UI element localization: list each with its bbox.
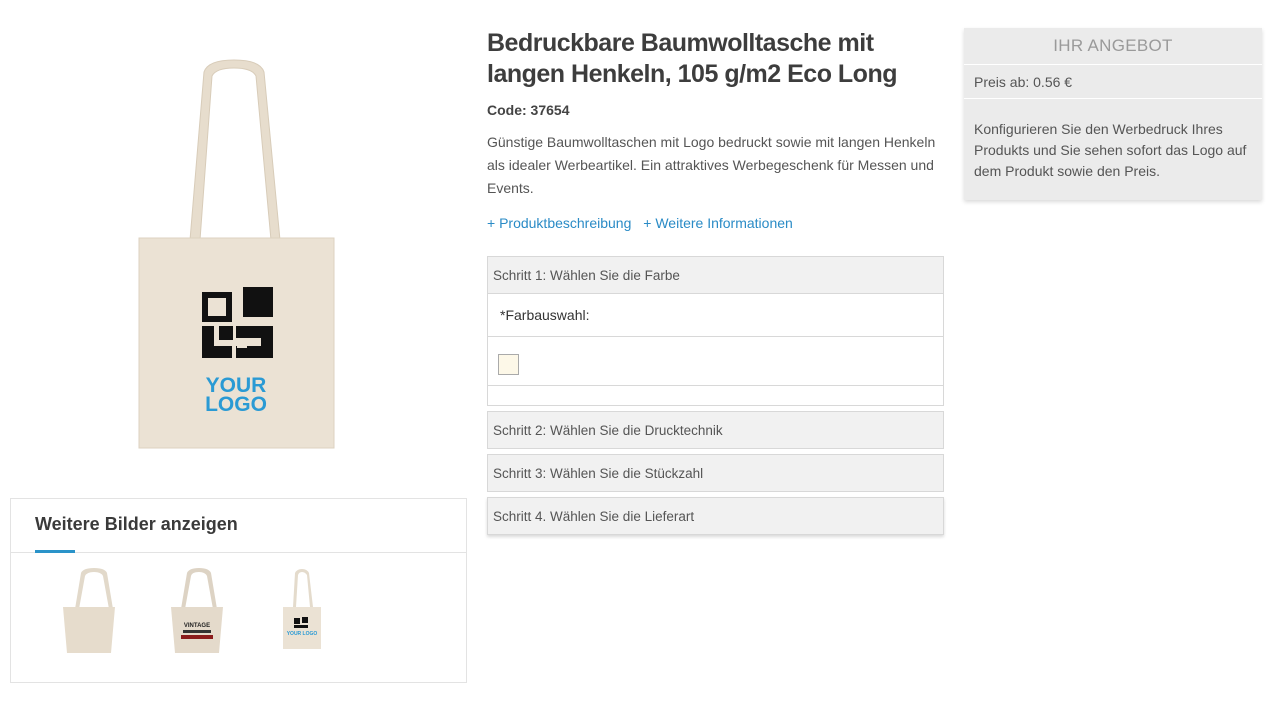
tote-bag-image: YOUR LOGO bbox=[138, 59, 335, 449]
offer-title: IHR ANGEBOT bbox=[964, 28, 1262, 65]
step-2-label: Schritt 2: Wählen Sie die Drucktechnik bbox=[493, 423, 723, 438]
thumb-print-text: VINTAGE bbox=[184, 623, 210, 629]
logo-text-line2: LOGO bbox=[205, 393, 267, 416]
more-images-panel: Weitere Bilder anzeigen VINTAGE YOUR LOG… bbox=[10, 498, 467, 683]
title-underline bbox=[35, 550, 75, 553]
step-1-label: Schritt 1: Wählen Sie die Farbe bbox=[493, 268, 680, 283]
product-title: Bedruckbare Baumwolltasche mit langen He… bbox=[487, 29, 898, 88]
offer-price: Preis ab: 0.56 € bbox=[964, 65, 1262, 99]
color-swatch-row bbox=[488, 337, 943, 386]
thumbnail-list: VINTAGE YOUR LOGO bbox=[11, 567, 466, 657]
step-4-label: Schritt 4. Wählen Sie die Lieferart bbox=[493, 509, 695, 524]
more-images-title: Weitere Bilder anzeigen bbox=[35, 514, 238, 534]
thumbnail-3[interactable]: YOUR LOGO bbox=[257, 567, 347, 657]
step-3-label: Schritt 3: Wählen Sie die Stückzahl bbox=[493, 466, 704, 481]
step-2-header[interactable]: Schritt 2: Wählen Sie die Drucktechnik bbox=[487, 411, 944, 449]
step-4-header[interactable]: Schritt 4. Wählen Sie die Lieferart bbox=[487, 497, 944, 535]
thumbnail-2[interactable]: VINTAGE bbox=[151, 567, 241, 657]
step-1-panel: Schritt 1: Wählen Sie die Farbe *Farbaus… bbox=[487, 256, 944, 406]
color-field-row: *Farbauswahl: bbox=[488, 294, 943, 337]
more-images-header: Weitere Bilder anzeigen bbox=[11, 499, 466, 553]
thumb-logo-text: YOUR LOGO bbox=[287, 631, 318, 637]
step-1-header[interactable]: Schritt 1: Wählen Sie die Farbe bbox=[488, 257, 943, 294]
product-code: Code: 37654 bbox=[487, 102, 570, 118]
product-main-image[interactable]: YOUR LOGO bbox=[138, 58, 335, 450]
product-links: + Produktbeschreibung + Weitere Informat… bbox=[487, 215, 801, 231]
color-field-label: *Farbauswahl: bbox=[500, 307, 590, 323]
more-info-link[interactable]: + Weitere Informationen bbox=[643, 215, 793, 231]
product-description-link[interactable]: + Produktbeschreibung bbox=[487, 215, 631, 231]
step-3-header[interactable]: Schritt 3: Wählen Sie die Stückzahl bbox=[487, 454, 944, 492]
offer-info: Konfigurieren Sie den Werbedruck Ihres P… bbox=[974, 121, 1247, 179]
thumbnail-1[interactable] bbox=[49, 567, 139, 657]
offer-panel: IHR ANGEBOT Preis ab: 0.56 € Konfigurier… bbox=[964, 28, 1262, 200]
product-description: Günstige Baumwolltaschen mit Logo bedruc… bbox=[487, 134, 936, 196]
color-swatch-natural[interactable] bbox=[498, 354, 519, 375]
